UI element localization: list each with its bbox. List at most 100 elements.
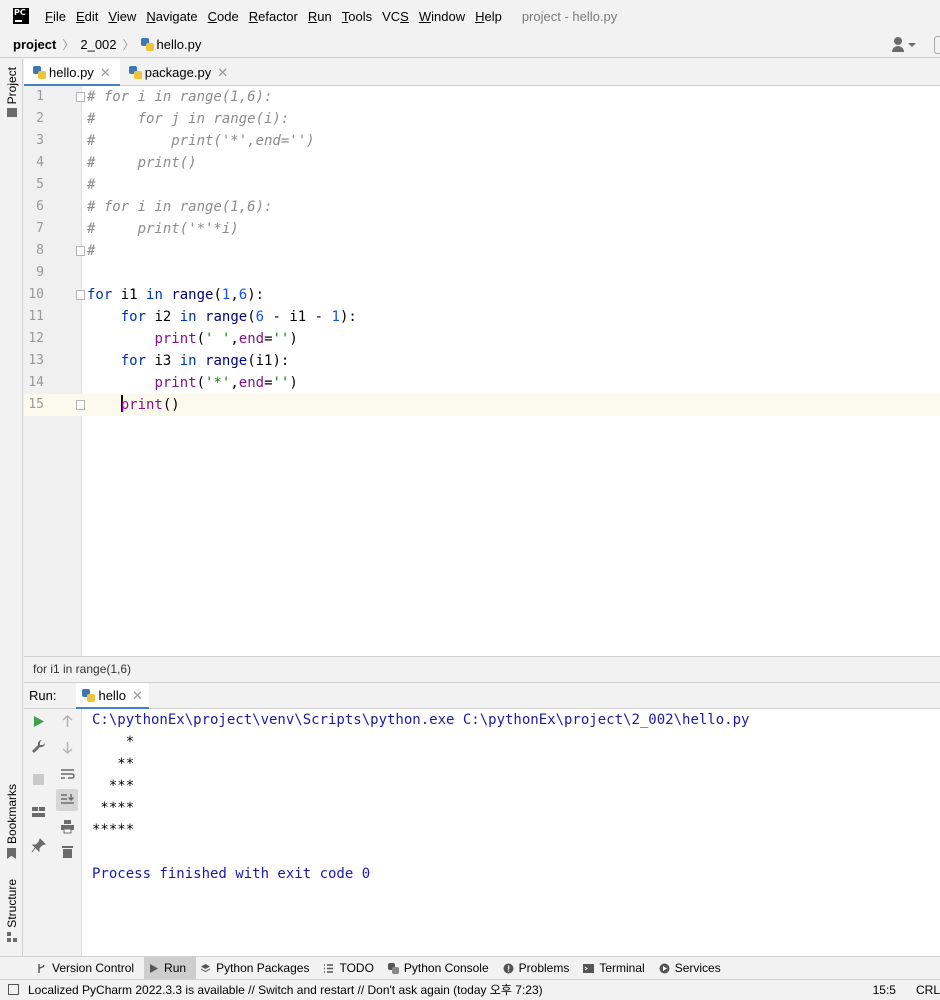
rerun-icon[interactable] <box>31 714 46 729</box>
structure-tool-window-button[interactable]: Structure <box>0 879 23 942</box>
problems-icon <box>503 963 514 974</box>
tool-window-python-packages[interactable]: Python Packages <box>196 957 319 980</box>
fold-marker-icon[interactable] <box>76 400 85 410</box>
run-toolbar-secondary <box>53 709 82 956</box>
code-line[interactable]: 10 for i1 in range(1,6): <box>24 284 940 306</box>
tab-package-py[interactable]: package.py ✕ <box>120 59 237 86</box>
status-message[interactable]: Localized PyCharm 2022.3.3 is available … <box>28 981 543 998</box>
folder-icon <box>6 108 17 118</box>
line-number: 12 <box>28 331 44 346</box>
console-output[interactable]: C:\pythonEx\project\venv\Scripts\python.… <box>92 709 749 885</box>
line-number: 2 <box>36 111 44 126</box>
line-number: 8 <box>36 243 44 258</box>
menu-run[interactable]: Run <box>308 9 332 24</box>
code-line[interactable]: 1 # for i in range(1,6): <box>24 86 940 108</box>
run-toolbar-primary <box>24 709 53 956</box>
arrow-up-icon[interactable] <box>60 714 75 729</box>
code-line[interactable]: 14 print('*',end='') <box>24 372 940 394</box>
wrench-icon[interactable] <box>31 739 46 754</box>
line-number: 10 <box>28 287 44 302</box>
menu-file[interactable]: File <box>45 9 66 24</box>
tab-label: hello.py <box>49 65 94 80</box>
pycharm-logo-icon: PC <box>13 8 29 24</box>
line-number: 14 <box>28 375 44 390</box>
menu-items: File Edit View Navigate Code Refactor Run Tools… <box>45 9 512 24</box>
code-line[interactable]: 11 for i2 in range(6 - i1 - 1): <box>24 306 940 328</box>
breadcrumb-file[interactable]: hello.py <box>157 37 202 52</box>
bookmarks-tool-window-button[interactable]: Bookmarks <box>0 784 23 860</box>
tool-window-services[interactable]: Services <box>655 957 731 980</box>
menu-window[interactable]: Window <box>419 9 465 24</box>
line-separator[interactable]: CRL <box>916 983 940 997</box>
line-number: 4 <box>36 155 44 170</box>
menu-code[interactable]: Code <box>208 9 239 24</box>
console-line: * <box>92 734 135 750</box>
code-text: print(' ',end='') <box>154 331 298 347</box>
console-line: ***** <box>92 822 135 838</box>
menu-view[interactable]: View <box>108 9 136 24</box>
code-line[interactable]: 12 print(' ',end='') <box>24 328 940 350</box>
status-square-icon[interactable] <box>8 984 19 995</box>
line-number: 11 <box>28 309 44 324</box>
trash-icon[interactable] <box>60 844 75 859</box>
tool-window-todo[interactable]: TODO <box>319 957 383 980</box>
tool-window-version-control[interactable]: Version Control <box>32 957 144 980</box>
bookmark-icon <box>7 848 16 860</box>
fold-marker-icon[interactable] <box>76 246 85 256</box>
close-icon[interactable]: ✕ <box>132 688 143 704</box>
arrow-down-icon[interactable] <box>60 740 75 755</box>
close-icon[interactable]: ✕ <box>217 65 228 81</box>
fold-marker-icon[interactable] <box>76 290 85 300</box>
tool-window-run[interactable]: Run <box>144 956 197 980</box>
menu-help[interactable]: Help <box>475 9 502 24</box>
print-icon[interactable] <box>60 819 75 834</box>
line-number: 13 <box>28 353 44 368</box>
list-icon <box>323 963 334 974</box>
line-number: 3 <box>36 133 44 148</box>
user-account-icon[interactable] <box>892 37 916 53</box>
python-file-icon <box>82 689 96 702</box>
breadcrumb-folder[interactable]: 2_002 <box>80 37 116 52</box>
code-line[interactable]: 2 # for j in range(i): <box>24 108 940 130</box>
code-line[interactable]: 6 # for i in range(1,6): <box>24 196 940 218</box>
run-tab-hello[interactable]: hello ✕ <box>76 682 150 710</box>
code-text: # for j in range(i): <box>87 111 290 127</box>
window-title: project - hello.py <box>521 8 618 24</box>
code-line[interactable]: 9 <box>24 262 940 284</box>
code-line[interactable]: 13 for i3 in range(i1): <box>24 350 940 372</box>
soft-wrap-icon[interactable] <box>60 767 75 782</box>
code-editor[interactable]: 1 # for i in range(1,6): 2 # for j in range… <box>24 86 940 656</box>
breadcrumb-project[interactable]: project <box>13 37 56 52</box>
tool-window-terminal[interactable]: Terminal <box>579 957 654 980</box>
code-line[interactable]: 4 # print() <box>24 152 940 174</box>
code-breadcrumb[interactable]: for i1 in range(1,6) <box>24 656 940 682</box>
console-line: C:\pythonEx\project\venv\Scripts\python.… <box>92 712 750 728</box>
pin-icon[interactable] <box>31 838 46 853</box>
menu-vcs[interactable]: VCS <box>382 9 409 24</box>
menu-refactor[interactable]: Refactor <box>249 9 298 24</box>
caret-position[interactable]: 15:5 <box>873 983 896 997</box>
tab-hello-py[interactable]: hello.py ✕ <box>24 59 120 87</box>
python-file-icon <box>140 38 154 51</box>
code-line[interactable]: 7 # print('*'*i) <box>24 218 940 240</box>
layers-icon <box>200 963 211 974</box>
code-line[interactable]: 5 # <box>24 174 940 196</box>
tool-window-bar: Version Control Run Python Packages TODO Pyt… <box>0 956 940 980</box>
tool-window-problems[interactable]: Problems <box>499 957 580 980</box>
code-line[interactable]: 8 # <box>24 240 940 262</box>
code-line[interactable]: 3 # print('*',end='') <box>24 130 940 152</box>
services-icon <box>659 963 670 974</box>
stop-icon[interactable] <box>31 772 46 787</box>
menu-tools[interactable]: Tools <box>342 9 372 24</box>
tool-window-python-console[interactable]: Python Console <box>384 957 499 980</box>
project-tool-window-button[interactable]: Project <box>0 67 23 118</box>
code-line[interactable]: 15 print() <box>24 394 940 416</box>
menu-navigate[interactable]: Navigate <box>146 9 197 24</box>
code-text: # for i in range(1,6): <box>87 89 273 105</box>
menu-edit[interactable]: Edit <box>76 9 98 24</box>
fold-marker-icon[interactable] <box>76 92 85 102</box>
close-icon[interactable]: ✕ <box>100 65 111 81</box>
tab-label: package.py <box>144 65 212 80</box>
layout-icon[interactable] <box>31 805 46 820</box>
line-number: 9 <box>36 265 44 280</box>
